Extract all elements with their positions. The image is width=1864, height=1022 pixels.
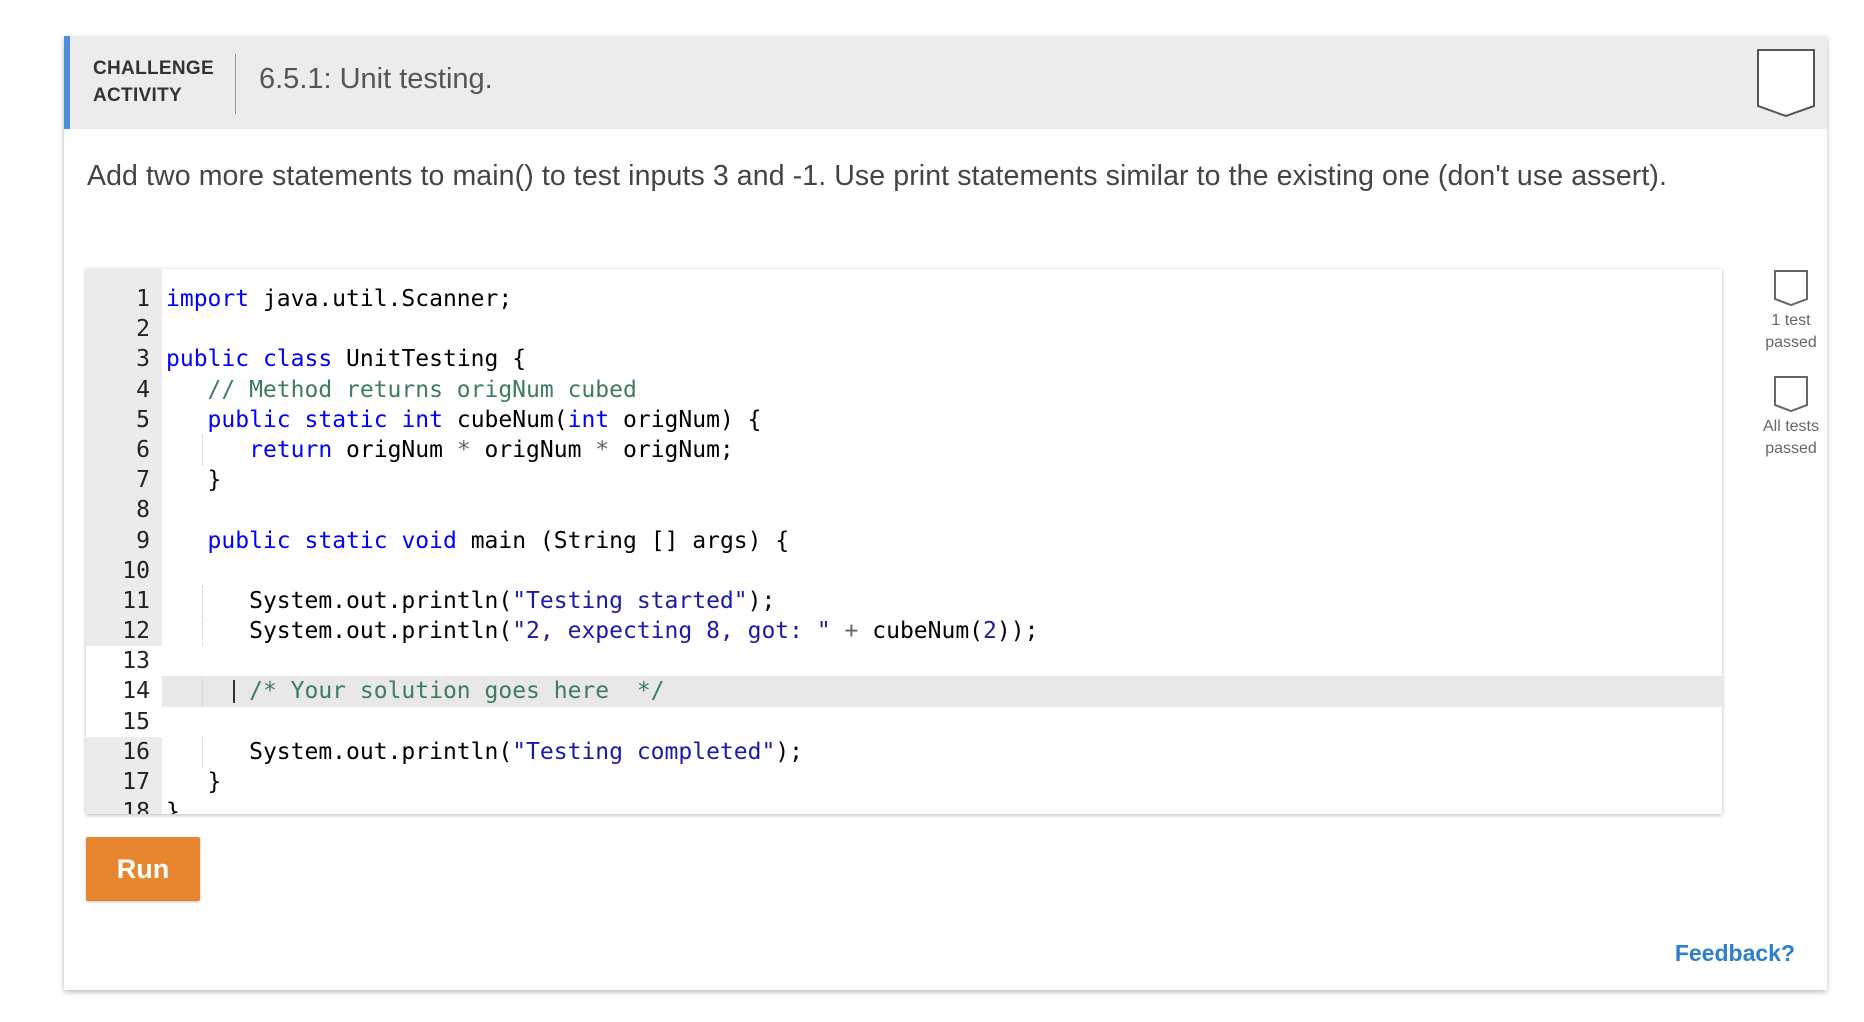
one-test-passed-icon [1774,270,1808,307]
code-line[interactable]: 1 import java.util.Scanner; [86,284,1722,314]
code-line[interactable]: 2 [86,314,1722,344]
line-number: 17 [122,769,150,795]
line-number: 3 [136,346,150,373]
line-number: 7 [136,467,150,494]
code-line[interactable]: 7 } [86,465,1722,495]
test-status-all: All tests passed [1754,374,1828,460]
code-line[interactable]: 12 System.out.println("2, expecting 8, g… [86,616,1722,647]
code-line-active[interactable]: 14 /* Your solution goes here */ [86,676,1722,707]
line-number: 8 [136,497,150,524]
challenge-activity-card: CHALLENGE ACTIVITY 6.5.1: Unit testing. … [64,36,1827,990]
activity-prompt: Add two more statements to main() to tes… [87,160,1668,192]
feedback-link[interactable]: Feedback? [1675,940,1795,967]
code-lines[interactable]: 1 import java.util.Scanner; 2 3 public c… [86,284,1722,814]
code-line[interactable]: 4 // Method returns origNum cubed [86,375,1722,405]
line-number: 6 [136,436,150,463]
code-editor[interactable]: 1 import java.util.Scanner; 2 3 public c… [86,269,1722,814]
code-line[interactable]: 18 } [86,797,1722,814]
line-number: 12 [122,618,150,645]
code-line[interactable]: 6 return origNum * origNum * origNum; [86,434,1722,466]
line-number: 13 [86,646,162,677]
all-tests-passed-label: All tests passed [1762,418,1819,457]
code-line[interactable]: 10 [86,556,1722,586]
activity-title: 6.5.1: Unit testing. [259,63,493,95]
header-divider [235,54,236,114]
line-number: 16 [122,738,150,765]
code-line[interactable]: 16 System.out.println("Testing completed… [86,736,1722,767]
code-line[interactable]: 5 public static int cubeNum(int origNum)… [86,405,1722,435]
line-number: 11 [122,587,150,614]
line-number: 18 [122,799,150,814]
code-line[interactable]: 3 public class UnitTesting { [86,344,1722,374]
code-line[interactable]: 9 public static void main (String [] arg… [86,526,1722,556]
code-line[interactable]: 11 System.out.println("Testing started")… [86,585,1722,617]
completion-chevron-icon [1757,49,1815,118]
activity-type-label: CHALLENGE ACTIVITY [93,58,214,106]
activity-header: CHALLENGE ACTIVITY 6.5.1: Unit testing. [64,36,1827,129]
line-number: 2 [136,316,150,343]
line-number: 1 [136,286,150,312]
line-number: 4 [136,376,150,403]
code-line[interactable]: 17 } [86,767,1722,797]
all-tests-passed-icon [1774,376,1808,413]
line-number: 10 [122,557,150,584]
line-number: 15 [86,706,162,737]
line-number: 5 [136,406,150,433]
code-line[interactable]: 13 [86,646,1722,677]
line-number: 14 [86,676,162,707]
one-test-passed-label: 1 test passed [1765,312,1817,351]
code-line[interactable]: 15 [86,706,1722,737]
test-status-one: 1 test passed [1754,268,1828,354]
run-button[interactable]: Run [86,837,200,901]
line-number: 9 [136,527,150,554]
code-line[interactable]: 8 [86,495,1722,525]
